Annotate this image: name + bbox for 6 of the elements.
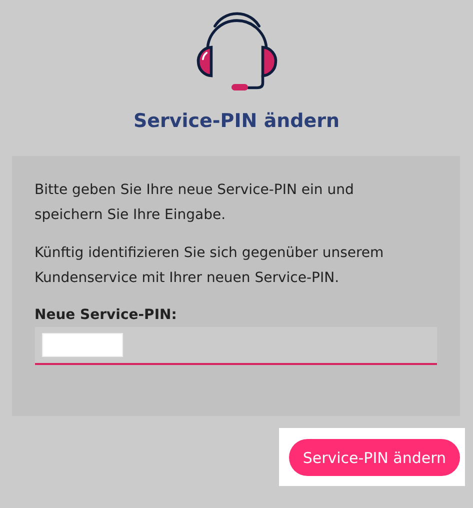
instruction-text: Bitte geben Sie Ihre neue Service-PIN ein und speichern Sie Ihre Eingabe. [34,181,355,225]
page-title: Service-PIN ändern [133,110,340,132]
instruction-text: Künftig identifizieren Sie sich gegenüber unserem Kundenservice mit Ihrer neuen Service-PIN. [34,244,385,288]
pin-input-field[interactable] [34,327,436,365]
change-pin-button[interactable]: Service-PIN ändern [288,439,460,476]
field-label: Neue Service-PIN: [34,307,178,323]
